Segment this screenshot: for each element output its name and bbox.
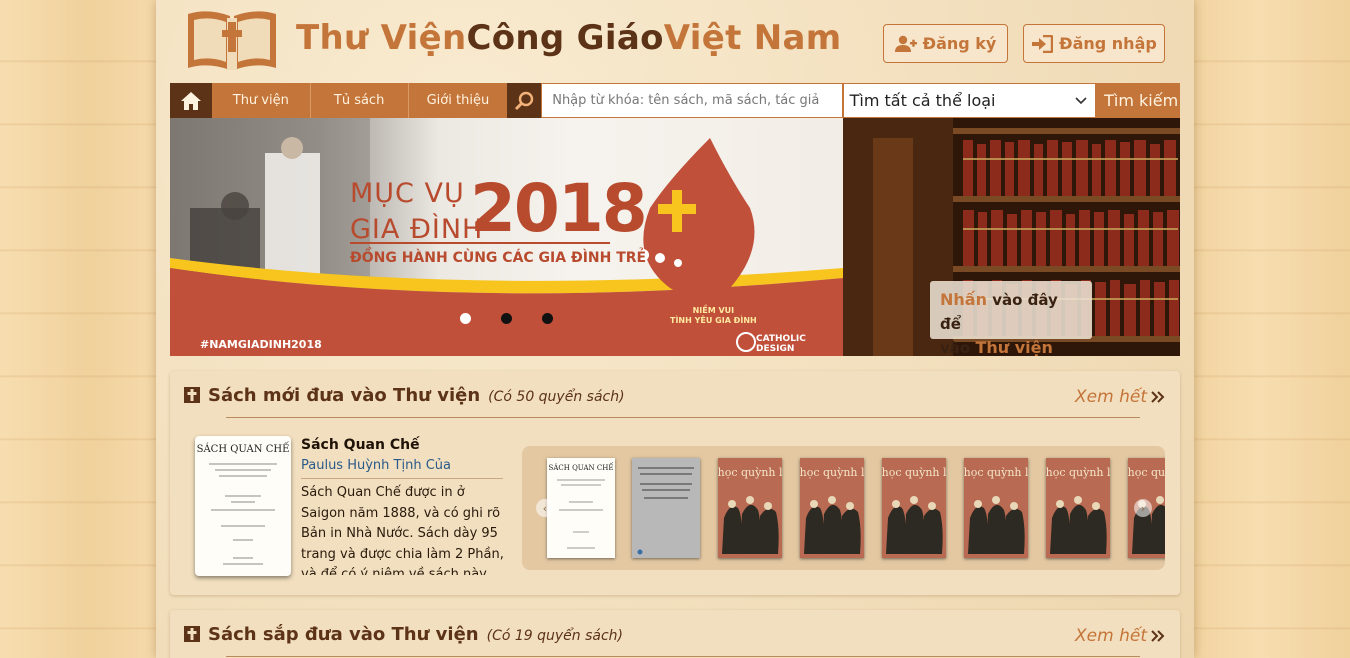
banner-title-line1: MỤC VỤ (350, 178, 465, 209)
thumbnail-title: âu học quỳnh lâm (1046, 466, 1110, 479)
nav-item-bookshelf[interactable]: Tủ sách (311, 83, 409, 118)
section-divider (226, 417, 1140, 418)
sign-in-icon (1032, 34, 1054, 53)
thumbnail-title: âu học quỳnh lâm (718, 466, 782, 479)
featured-book-title[interactable]: Sách Quan Chế (301, 437, 420, 453)
carousel-book-thumbnail[interactable]: âu học quỳnh lâm (864, 458, 964, 558)
register-label: Đăng ký (922, 34, 997, 53)
section-title: Sách sắp đưa vào Thư viện (208, 624, 479, 645)
banner-title-line2: GIA ĐÌNH (350, 214, 484, 245)
carousel-book-thumbnail[interactable] (632, 458, 700, 558)
site-title-part3: Việt Nam (663, 18, 842, 58)
thumbnail-title: âu học quỳnh lâm (1128, 466, 1165, 479)
carousel-prev-button[interactable]: ‹ (536, 499, 554, 517)
carousel-book-thumbnail[interactable]: âu học quỳnh lâm (946, 458, 1046, 558)
see-all-link[interactable]: Xem hết (1075, 626, 1166, 646)
banner-slider[interactable]: MỤC VỤ GIA ĐÌNH 2018 ĐỒNG HÀNH CÙNG CÁC … (170, 118, 843, 356)
banner-year: 2018 (470, 170, 648, 247)
section-title: Sách mới đưa vào Thư viện (208, 385, 481, 406)
section-divider (226, 656, 1140, 657)
section-header: Sách sắp đưa vào Thư viện (Có 19 quyển s… (184, 624, 623, 645)
category-select-value: Tìm tất cả thể loại (849, 91, 996, 110)
slider-dots (460, 313, 553, 324)
carousel-book-thumbnail[interactable]: SÁCH QUAN CHẾ (547, 458, 615, 558)
book-cross-logo-icon[interactable] (184, 8, 280, 72)
double-chevron-right-icon (1151, 630, 1165, 642)
thumbnail-title: SÁCH QUAN CHẾ (549, 462, 614, 472)
carousel-book-thumbnail[interactable]: âu học quỳnh lâm (700, 458, 800, 558)
search-icon[interactable] (507, 83, 542, 118)
register-button[interactable]: Đăng ký (883, 24, 1008, 63)
library-photo[interactable]: Nhấn vào đây để vào Thư viện (843, 118, 1180, 356)
carousel-book-thumbnail[interactable]: âu học quỳnh lâm (1028, 458, 1128, 558)
slider-dot-3[interactable] (542, 313, 553, 324)
banner-subtitle: ĐỒNG HÀNH CÙNG CÁC GIA ĐÌNH TRẺ (350, 250, 647, 266)
featured-book-cover[interactable]: SÁCH QUAN CHẾ (195, 436, 291, 576)
search-button[interactable]: Tìm kiếm (1096, 83, 1180, 118)
section-count: (Có 19 quyển sách) (486, 628, 624, 644)
carousel-book-thumbnail[interactable]: âu học quỳnh lâm (782, 458, 882, 558)
login-label: Đăng nhập (1059, 34, 1157, 53)
library-cta-line1: Nhấn vào đây để (940, 288, 1082, 336)
cross-book-icon (184, 387, 200, 403)
site-title-part1: Thư Viện (296, 18, 467, 58)
banner-flame-text-2: TÌNH YÊU GIA ĐÌNH (670, 316, 757, 325)
featured-book-author[interactable]: Paulus Huỳnh Tịnh Của (301, 458, 451, 473)
nav-item-about[interactable]: Giới thiệu (409, 83, 508, 118)
banner-flame-text-1: NIỀM VUI (692, 306, 735, 315)
section-count: (Có 50 quyển sách) (488, 389, 625, 405)
home-button[interactable] (170, 83, 212, 118)
chevron-down-icon (1075, 97, 1087, 105)
site-title[interactable]: Thư ViệnCông GiáoViệt Nam (296, 18, 842, 58)
banner-divider (350, 242, 610, 244)
thumbnail-title: âu học quỳnh lâm (800, 466, 864, 479)
banner-credit: CATHOLIC DESIGN (756, 334, 806, 354)
featured-cover-title: SÁCH QUAN CHẾ (197, 442, 290, 455)
library-cta-highlight1: Nhấn (940, 290, 987, 309)
section-header: Sách mới đưa vào Thư viện (Có 50 quyển s… (184, 385, 625, 406)
page-container: Thư ViệnCông GiáoViệt Nam Đăng ký Đăng n… (156, 0, 1194, 658)
banner-flame-text: NIỀM VUI TÌNH YÊU GIA ĐÌNH (670, 306, 757, 326)
banner-hashtag: #NAMGIADINH2018 (200, 338, 322, 351)
featured-divider (301, 478, 503, 479)
category-select[interactable]: Tìm tất cả thể loại (842, 83, 1097, 118)
see-all-link[interactable]: Xem hết (1075, 387, 1166, 407)
nav-item-library[interactable]: Thư viện (212, 83, 311, 118)
site-title-part2: Công Giáo (466, 18, 664, 58)
upcoming-books-section: Sách sắp đưa vào Thư viện (Có 19 quyển s… (170, 610, 1180, 658)
user-plus-icon (894, 35, 917, 52)
thumbnail-title: âu học quỳnh lâm (882, 466, 946, 479)
see-all-label: Xem hết (1075, 387, 1147, 407)
chevron-right-icon: › (1140, 501, 1146, 515)
library-cta-highlight2: Thư viện (975, 338, 1053, 356)
search-input[interactable] (541, 83, 843, 118)
featured-cover-art: SÁCH QUAN CHẾ (197, 442, 290, 565)
book-carousel: SÁCH QUAN CHẾ âu học quỳnh lâm âu học quỳn… (522, 446, 1165, 570)
see-all-label: Xem hết (1075, 626, 1147, 646)
double-chevron-right-icon (1151, 391, 1165, 403)
carousel-next-button[interactable]: › (1134, 499, 1152, 517)
slider-dot-2[interactable] (501, 313, 512, 324)
library-cta[interactable]: Nhấn vào đây để vào Thư viện (930, 281, 1092, 356)
login-button[interactable]: Đăng nhập (1023, 24, 1165, 63)
cross-book-icon (184, 626, 200, 642)
thumbnail-title: âu học quỳnh lâm (964, 466, 1028, 479)
chevron-left-icon: ‹ (542, 501, 548, 515)
library-cta-text2: vào (940, 339, 976, 356)
slider-dot-1[interactable] (460, 313, 471, 324)
main-nav: Thư viện Tủ sách Giới thiệu Tìm tất cả t… (170, 83, 1180, 118)
library-cta-line2: vào Thư viện (940, 336, 1082, 356)
home-icon (180, 91, 201, 110)
new-books-section: Sách mới đưa vào Thư viện (Có 50 quyển s… (170, 371, 1180, 595)
featured-book-description: Sách Quan Chế được in ở Saigon năm 1888,… (301, 485, 504, 575)
